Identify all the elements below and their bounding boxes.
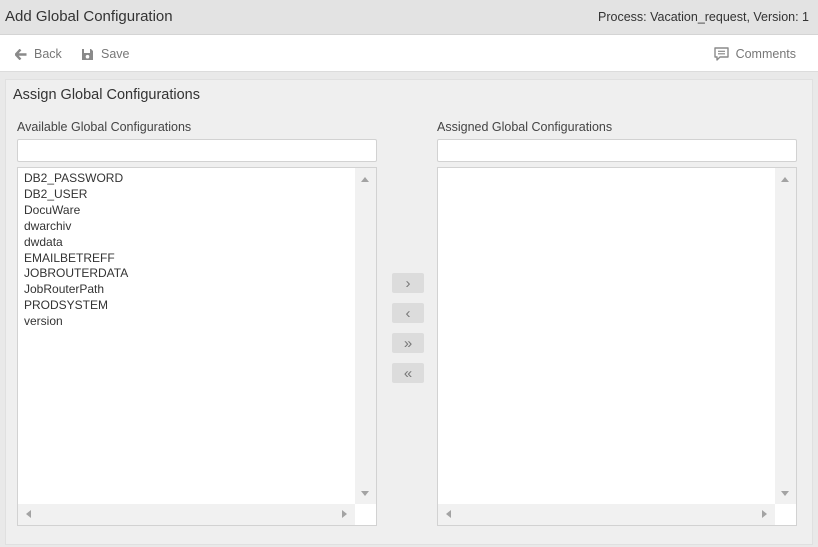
assigned-listbox[interactable] (437, 167, 797, 526)
available-vertical-scrollbar[interactable] (355, 168, 376, 505)
assigned-filter-input[interactable] (437, 139, 797, 162)
comments-button[interactable]: Comments (713, 45, 796, 63)
available-filter-input[interactable] (17, 139, 377, 162)
list-item[interactable]: DocuWare (24, 203, 128, 219)
scroll-up-icon[interactable] (781, 177, 789, 182)
scroll-up-icon[interactable] (361, 177, 369, 182)
title-bar: Add Global Configuration Process: Vacati… (0, 0, 818, 35)
list-item[interactable]: DB2_PASSWORD (24, 171, 128, 187)
scrollbar-corner (355, 504, 376, 525)
scroll-down-icon[interactable] (781, 491, 789, 496)
scroll-left-icon[interactable] (446, 510, 451, 518)
back-button[interactable]: Back (15, 45, 62, 63)
scroll-right-icon[interactable] (762, 510, 767, 518)
scroll-right-icon[interactable] (342, 510, 347, 518)
panel-title: Assign Global Configurations (13, 87, 200, 103)
list-item[interactable]: DB2_USER (24, 187, 128, 203)
list-item[interactable]: version (24, 314, 128, 330)
list-item[interactable]: dwarchiv (24, 219, 128, 235)
list-item[interactable]: JobRouterPath (24, 282, 128, 298)
move-all-right-button[interactable]: » (392, 333, 424, 353)
list-item[interactable]: dwdata (24, 235, 128, 251)
back-label: Back (34, 47, 62, 61)
assigned-horizontal-scrollbar[interactable] (438, 504, 775, 525)
assign-panel: Assign Global Configurations Available G… (5, 79, 813, 545)
page-title: Add Global Configuration (5, 8, 173, 25)
move-left-button[interactable]: ‹ (392, 303, 424, 323)
save-label: Save (101, 47, 130, 61)
move-right-button[interactable]: › (392, 273, 424, 293)
comment-icon (713, 47, 729, 61)
available-list-label: Available Global Configurations (17, 120, 192, 134)
toolbar: Back Save Comments (0, 35, 818, 72)
process-info: Process: Vacation_request, Version: 1 (598, 10, 809, 24)
available-items: DB2_PASSWORD DB2_USER DocuWare dwarchiv dwda… (24, 171, 128, 330)
scroll-left-icon[interactable] (26, 510, 31, 518)
scrollbar-corner (775, 504, 796, 525)
available-listbox[interactable]: DB2_PASSWORD DB2_USER DocuWare dwarchiv dwda… (17, 167, 377, 526)
available-horizontal-scrollbar[interactable] (18, 504, 355, 525)
scroll-down-icon[interactable] (361, 491, 369, 496)
list-item[interactable]: JOBROUTERDATA (24, 266, 128, 282)
save-button[interactable]: Save (81, 45, 130, 63)
assigned-vertical-scrollbar[interactable] (775, 168, 796, 505)
move-all-left-button[interactable]: « (392, 363, 424, 383)
list-item[interactable]: EMAILBETREFF (24, 251, 128, 267)
floppy-disk-icon (82, 48, 93, 60)
assigned-list-label: Assigned Global Configurations (437, 120, 613, 134)
comments-label: Comments (735, 47, 796, 61)
arrow-left-icon (15, 48, 27, 60)
list-item[interactable]: PRODSYSTEM (24, 298, 128, 314)
